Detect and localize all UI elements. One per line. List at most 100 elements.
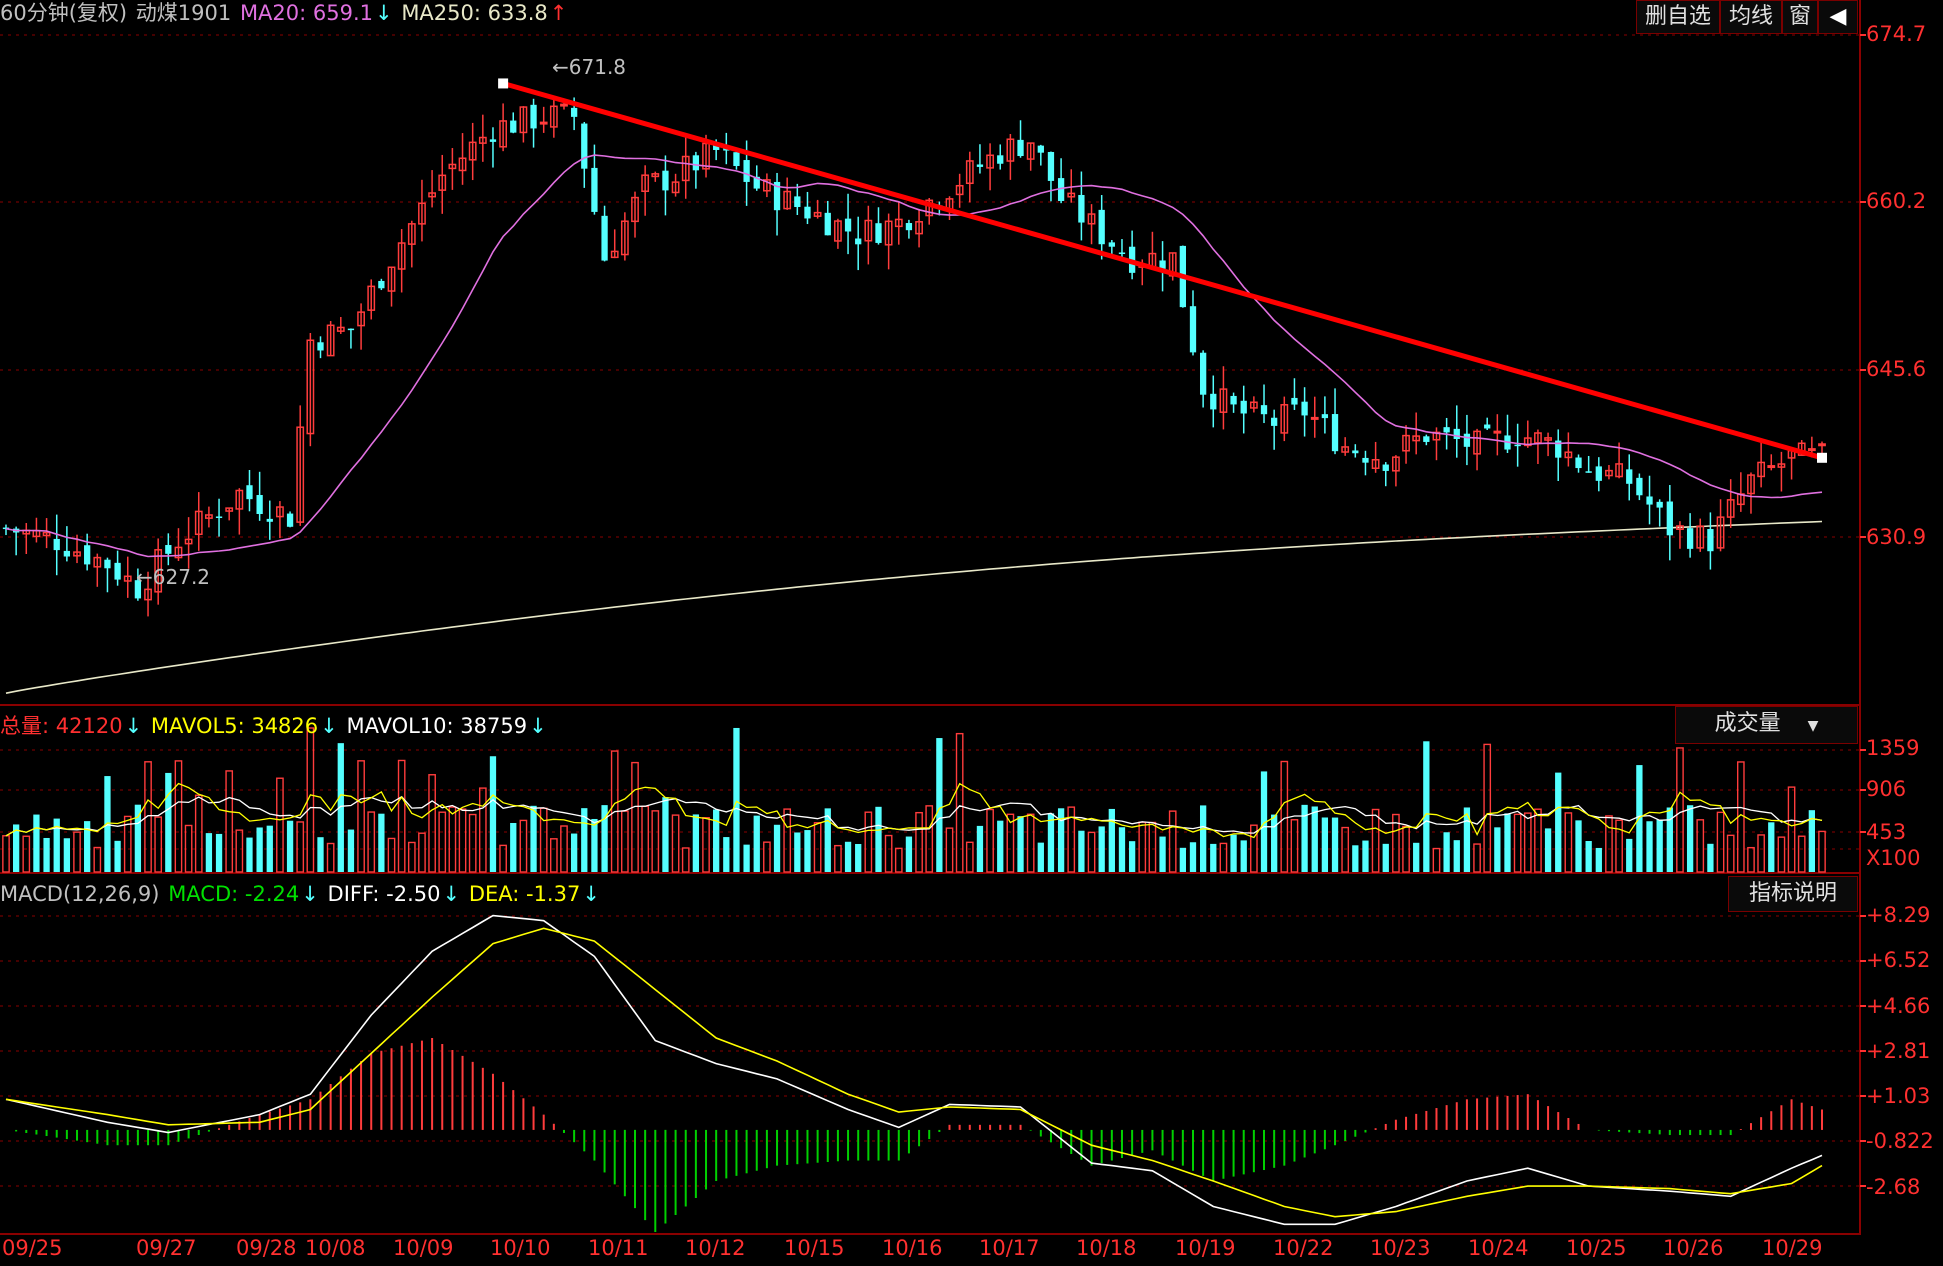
volume-bar bbox=[855, 843, 862, 872]
volume-bar bbox=[773, 824, 781, 872]
date-label: 10/19 bbox=[1175, 1236, 1236, 1260]
indicator-dropdown[interactable]: 成交量 ▼ bbox=[1675, 706, 1858, 744]
volume-bar bbox=[1047, 813, 1055, 872]
candle-body bbox=[1362, 457, 1369, 463]
volume-bar bbox=[1037, 842, 1044, 872]
volume-bar bbox=[530, 805, 537, 872]
volume-bar bbox=[43, 837, 50, 872]
volume-bar bbox=[1534, 808, 1542, 873]
candle-body bbox=[1575, 457, 1582, 469]
candle-body bbox=[570, 107, 578, 117]
volume-bar bbox=[936, 738, 943, 872]
candle-body bbox=[1118, 252, 1126, 254]
date-label: 10/15 bbox=[784, 1236, 845, 1260]
macd-header: MACD(12,26,9) MACD: -2.24↓ DIFF: -2.50↓ … bbox=[0, 881, 602, 907]
price-tick-1: 674.7 bbox=[1866, 22, 1927, 46]
volume-bar bbox=[1473, 843, 1481, 873]
ma20-value: MA20: 659.1 bbox=[239, 1, 374, 25]
candle-body bbox=[743, 160, 750, 182]
volume-bar bbox=[1585, 841, 1592, 872]
candle-body bbox=[256, 495, 263, 514]
volume-bar bbox=[165, 772, 172, 872]
candle-body bbox=[1818, 443, 1826, 447]
volume-bar bbox=[1026, 813, 1035, 873]
volume-bar bbox=[1686, 805, 1694, 872]
indicator-help-button[interactable]: 指标说明 bbox=[1728, 876, 1858, 912]
volume-bar bbox=[1128, 841, 1136, 872]
volume-bar bbox=[763, 841, 771, 873]
diff-value: DIFF: -2.50 bbox=[327, 882, 441, 906]
date-label: 10/22 bbox=[1273, 1236, 1334, 1260]
candle-body bbox=[1636, 477, 1643, 496]
volume-bar bbox=[651, 810, 660, 873]
volume-bar bbox=[1483, 743, 1492, 873]
price-header: 60分钟(复权) 动煤1901 MA20: 659.1↓ MA250: 633.… bbox=[0, 0, 569, 26]
candle-body bbox=[1098, 209, 1105, 245]
volume-bar bbox=[692, 814, 700, 872]
volume-header: 总量: 42120↓ MAVOL5: 34826↓ MAVOL10: 38759… bbox=[0, 713, 549, 739]
candle-body bbox=[1707, 529, 1714, 552]
candle-body bbox=[824, 212, 831, 236]
candle-body bbox=[1585, 471, 1592, 473]
candle-body bbox=[1453, 428, 1460, 439]
volume-bar bbox=[997, 820, 1004, 872]
date-label: 10/10 bbox=[490, 1236, 551, 1260]
date-label: 10/25 bbox=[1566, 1236, 1627, 1260]
candle-body bbox=[1807, 448, 1816, 452]
candle-body bbox=[1595, 466, 1602, 481]
volume-bar bbox=[915, 811, 923, 873]
volume-bar bbox=[1331, 817, 1339, 872]
low-annotation: ←627.2 bbox=[136, 565, 211, 589]
volume-bar bbox=[713, 809, 720, 872]
volume-bar bbox=[296, 821, 305, 873]
volume-bar bbox=[194, 794, 203, 873]
volume-bar bbox=[378, 813, 385, 872]
period-label: 60分钟(复权) bbox=[0, 1, 128, 25]
candle-body bbox=[1210, 393, 1217, 410]
volume-bar bbox=[134, 804, 142, 872]
ma20-path bbox=[5, 154, 1823, 558]
candle-body bbox=[581, 123, 588, 169]
volume-bar bbox=[1797, 835, 1806, 873]
volume-bar bbox=[1747, 846, 1755, 873]
volume-bar bbox=[1118, 827, 1126, 872]
volume-bar bbox=[154, 816, 163, 873]
remove-watchlist-button[interactable]: 删自选 bbox=[1636, 0, 1720, 34]
window-button[interactable]: 窗 bbox=[1782, 0, 1818, 34]
volume-bar bbox=[1057, 808, 1065, 872]
volume-bar bbox=[1371, 808, 1380, 873]
candle-body bbox=[591, 167, 598, 212]
volume-bar bbox=[407, 841, 416, 873]
vol-unit: X100 bbox=[1866, 846, 1921, 870]
total-volume: 总量: 42120 bbox=[0, 714, 123, 738]
macd-lines bbox=[5, 914, 1823, 1226]
volume-bar bbox=[804, 830, 811, 872]
volume-bar bbox=[671, 814, 680, 873]
ma-button[interactable]: 均线 bbox=[1720, 0, 1782, 34]
volume-bar bbox=[1544, 828, 1552, 872]
volume-bar bbox=[235, 829, 244, 873]
volume-bar bbox=[1726, 834, 1735, 873]
candle-body bbox=[1382, 464, 1389, 471]
candle-body bbox=[1666, 501, 1673, 536]
volume-bar bbox=[387, 837, 396, 873]
volume-bar bbox=[955, 732, 964, 873]
price-tick-2: 660.2 bbox=[1866, 189, 1927, 213]
volume-bar bbox=[743, 844, 750, 872]
volume-bar bbox=[266, 825, 273, 872]
candle-body bbox=[1230, 395, 1237, 405]
volume-bar bbox=[1564, 812, 1573, 873]
volume-bar bbox=[794, 832, 801, 872]
price-tick-3: 645.6 bbox=[1866, 357, 1927, 381]
candle-body bbox=[1240, 400, 1247, 414]
volume-bar bbox=[783, 808, 792, 873]
candle-body bbox=[84, 545, 91, 565]
candle-body bbox=[246, 485, 253, 500]
volume-bar bbox=[317, 837, 324, 872]
volume-bar bbox=[1148, 821, 1157, 873]
collapse-icon[interactable]: ◀ bbox=[1818, 0, 1858, 34]
candle-body bbox=[1767, 465, 1776, 469]
macd-tick-7: -2.68 bbox=[1866, 1175, 1921, 1199]
volume-bar bbox=[256, 827, 263, 872]
candle-body bbox=[1271, 417, 1278, 426]
